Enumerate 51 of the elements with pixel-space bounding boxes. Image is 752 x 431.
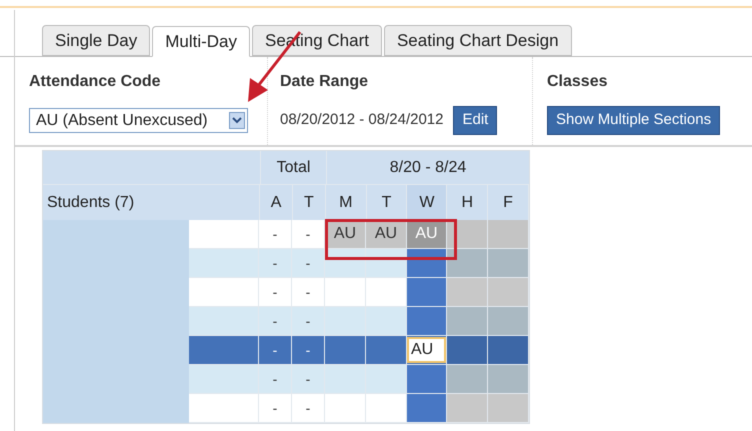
- student-row[interactable]: - -: [189, 365, 529, 394]
- attendance-input[interactable]: AU: [407, 337, 446, 363]
- attendance-cell[interactable]: [488, 220, 529, 248]
- total-cell: -: [259, 394, 292, 422]
- total-cell: -: [292, 220, 325, 248]
- attendance-cell[interactable]: [447, 336, 488, 364]
- attendance-cell[interactable]: [447, 249, 488, 277]
- attendance-cell[interactable]: [488, 278, 529, 306]
- tab[interactable]: Multi-Day: [152, 26, 250, 57]
- attendance-cell[interactable]: [407, 365, 447, 393]
- student-row[interactable]: - - AU AU AU: [189, 220, 529, 249]
- attendance-cell[interactable]: [407, 394, 447, 422]
- attendance-cell[interactable]: [488, 307, 529, 335]
- total-cell: -: [259, 307, 292, 335]
- attendance-cell[interactable]: [447, 365, 488, 393]
- attendance-cell[interactable]: [488, 336, 529, 364]
- total-cell: -: [259, 220, 292, 248]
- student-row[interactable]: - -: [189, 278, 529, 307]
- show-multiple-sections-button[interactable]: Show Multiple Sections: [547, 106, 720, 135]
- attendance-cell[interactable]: [488, 249, 529, 277]
- column-header: Total: [261, 151, 327, 184]
- attendance-cell[interactable]: [488, 394, 529, 422]
- attendance-cell[interactable]: [447, 220, 488, 248]
- attendance-cell[interactable]: AU: [366, 220, 407, 248]
- total-cell: -: [259, 365, 292, 393]
- attendance-cell[interactable]: [407, 307, 447, 335]
- attendance-cell[interactable]: [447, 394, 488, 422]
- attendance-cell[interactable]: [447, 307, 488, 335]
- attendance-code-label: Attendance Code: [29, 72, 162, 92]
- student-row[interactable]: - -: [189, 307, 529, 336]
- column-header[interactable]: W: [407, 185, 448, 220]
- total-cell: -: [259, 336, 292, 364]
- edit-button[interactable]: Edit: [453, 106, 498, 135]
- attendance-cell[interactable]: [447, 278, 488, 306]
- date-range-label: Date Range: [280, 72, 370, 92]
- date-range-value: 08/20/2012 - 08/24/2012: [280, 110, 444, 130]
- classes-label: Classes: [547, 72, 608, 92]
- student-row[interactable]: - - AU: [189, 336, 529, 365]
- tab[interactable]: Single Day: [42, 25, 150, 56]
- total-cell: -: [259, 278, 292, 306]
- column-header: 8/20 - 8/24: [388, 158, 468, 178]
- chevron-down-icon: [229, 112, 245, 129]
- total-cell: -: [259, 249, 292, 277]
- tab[interactable]: Seating Chart Design: [384, 25, 572, 56]
- attendance-cell[interactable]: [407, 278, 447, 306]
- attendance-code-dropdown[interactable]: AU (Absent Unexcused): [29, 108, 248, 133]
- column-header[interactable]: M: [326, 185, 367, 220]
- student-row[interactable]: - -: [189, 249, 529, 278]
- dropdown-value: AU (Absent Unexcused): [36, 110, 208, 130]
- attendance-cell[interactable]: [488, 365, 529, 393]
- student-row[interactable]: - -: [189, 394, 529, 423]
